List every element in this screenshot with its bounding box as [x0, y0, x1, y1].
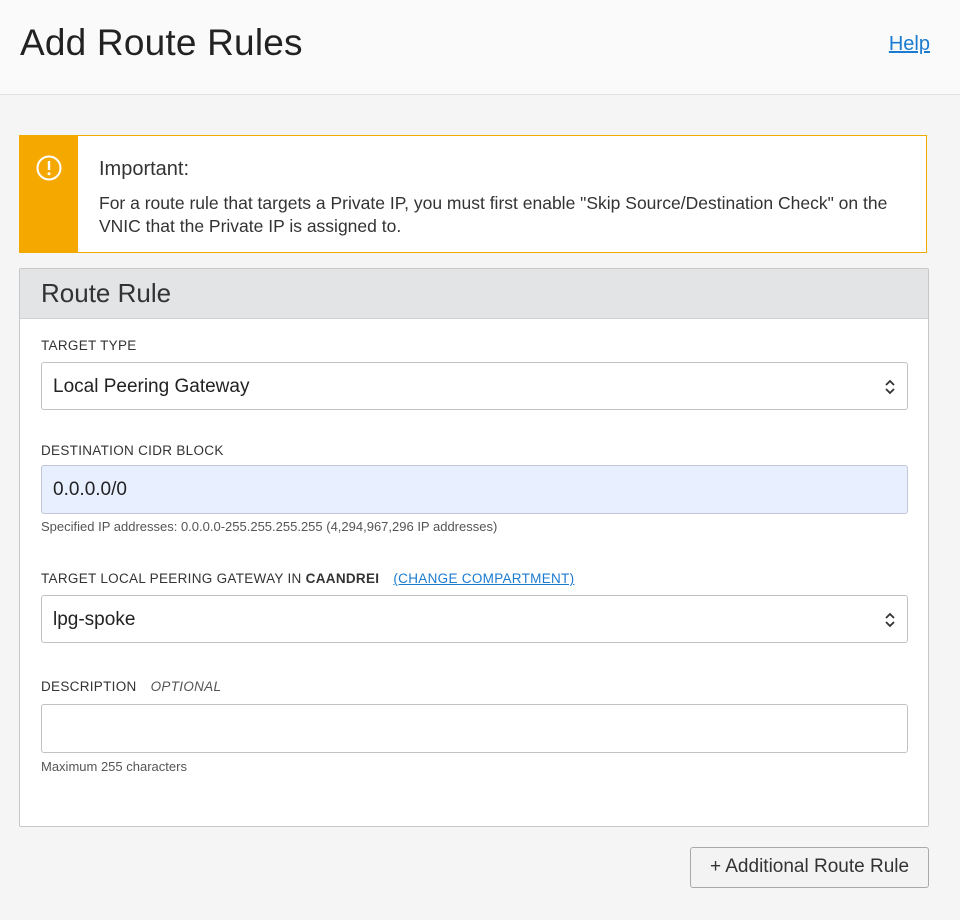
change-compartment-link[interactable]: (CHANGE COMPARTMENT) — [393, 571, 574, 586]
page-title: Add Route Rules — [20, 22, 303, 63]
help-link[interactable]: Help — [889, 33, 930, 56]
description-hint: Maximum 255 characters — [41, 759, 187, 774]
target-type-select[interactable]: Local Peering Gateway — [41, 362, 908, 410]
additional-route-rule-button[interactable]: + Additional Route Rule — [690, 847, 929, 888]
description-input[interactable] — [41, 704, 908, 753]
destination-cidr-hint: Specified IP addresses: 0.0.0.0-255.255.… — [41, 519, 498, 534]
target-type-label: TARGET TYPE — [41, 338, 137, 353]
target-gateway-label: TARGET LOCAL PEERING GATEWAY IN CAANDREI… — [41, 571, 574, 586]
panel-title: Route Rule — [41, 278, 172, 308]
description-label-text: DESCRIPTION — [41, 679, 137, 694]
page-header: Add Route Rules Help — [0, 0, 960, 95]
destination-cidr-value: 0.0.0.0/0 — [53, 479, 127, 500]
target-gateway-value: lpg-spoke — [53, 609, 136, 630]
alert-message: For a route rule that targets a Private … — [99, 193, 888, 236]
description-label: DESCRIPTION OPTIONAL — [41, 679, 221, 694]
optional-tag: OPTIONAL — [150, 679, 222, 694]
destination-cidr-input[interactable]: 0.0.0.0/0 — [41, 465, 908, 514]
route-rule-panel: Route Rule TARGET TYPE Local Peering Gat… — [19, 268, 929, 827]
panel-header: Route Rule — [20, 269, 928, 319]
destination-cidr-label: DESTINATION CIDR BLOCK — [41, 443, 224, 458]
compartment-name: CAANDREI — [305, 571, 380, 586]
alert-title: Important: — [99, 158, 190, 180]
important-alert: Important: For a route rule that targets… — [19, 135, 927, 253]
target-gateway-select[interactable]: lpg-spoke — [41, 595, 908, 643]
select-chevron-icon — [885, 379, 895, 395]
select-chevron-icon — [885, 612, 895, 628]
alert-accent-bar — [20, 136, 78, 252]
target-gateway-label-text: TARGET LOCAL PEERING GATEWAY IN — [41, 571, 302, 586]
target-type-value: Local Peering Gateway — [53, 376, 250, 397]
exclamation-circle-icon — [36, 155, 62, 181]
